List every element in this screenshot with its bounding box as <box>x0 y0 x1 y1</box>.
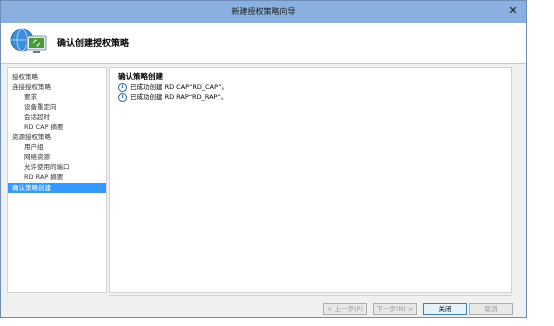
wizard-steps-sidebar: 授权策略 连接授权策略 要求 设备重定向 会话超时 RD CAP 摘要 资源授权… <box>7 67 107 293</box>
result-row: i 已成功创建 RD RAP“RD_RAP”。 <box>118 92 227 102</box>
sidebar-item-confirm-creation[interactable]: 确认策略创建 <box>8 183 106 193</box>
sidebar-item-requirements[interactable]: 要求 <box>8 92 106 102</box>
page-title: 确认创建授权策略 <box>57 39 130 49</box>
sidebar-item-resource-policy[interactable]: 资源授权策略 <box>8 132 106 142</box>
sidebar-item-allowed-ports[interactable]: 允许使用的端口 <box>8 162 106 172</box>
divider <box>109 295 512 296</box>
wizard-header: 确认创建授权策略 <box>1 23 526 64</box>
sidebar-item-network-resources[interactable]: 网络资源 <box>8 152 106 162</box>
sidebar-item-session-timeout[interactable]: 会话超时 <box>8 112 106 122</box>
close-button[interactable]: 关闭 <box>423 303 467 315</box>
result-row: i 已成功创建 RD CAP“RD_CAP”。 <box>118 82 228 92</box>
result-text: 已成功创建 RD CAP“RD_CAP”。 <box>130 83 229 91</box>
wizard-window: 新建授权策略向导 ✕ 确认创建授权策略 授权策略 连接授权策略 要求 设备重定向… <box>0 0 527 318</box>
section-title: 确认策略创建 <box>118 72 163 81</box>
sidebar-item-connection-policy[interactable]: 连接授权策略 <box>8 82 106 92</box>
cancel-button[interactable]: 取消 <box>469 303 513 315</box>
close-icon[interactable]: ✕ <box>506 4 520 18</box>
window-title: 新建授权策略向导 <box>231 7 296 16</box>
previous-button[interactable]: < 上一步(P) <box>323 303 367 315</box>
result-text: 已成功创建 RD RAP“RD_RAP”。 <box>130 93 228 101</box>
sidebar-item-device-redirection[interactable]: 设备重定向 <box>8 102 106 112</box>
sidebar-item-user-groups[interactable]: 用户组 <box>8 142 106 152</box>
sidebar-item-rd-cap-summary[interactable]: RD CAP 摘要 <box>8 122 106 132</box>
next-button[interactable]: 下一步(N) > <box>373 303 417 315</box>
sidebar-item-rd-rap-summary[interactable]: RD RAP 摘要 <box>8 172 106 182</box>
info-icon: i <box>118 92 127 102</box>
sidebar-item-authorization-policies[interactable]: 授权策略 <box>8 72 106 82</box>
info-icon: i <box>118 82 127 92</box>
network-wizard-icon <box>9 26 49 58</box>
title-bar[interactable]: 新建授权策略向导 ✕ <box>1 1 526 23</box>
main-content-panel: 确认策略创建 i 已成功创建 RD CAP“RD_CAP”。 i 已成功创建 RD … <box>109 67 512 293</box>
